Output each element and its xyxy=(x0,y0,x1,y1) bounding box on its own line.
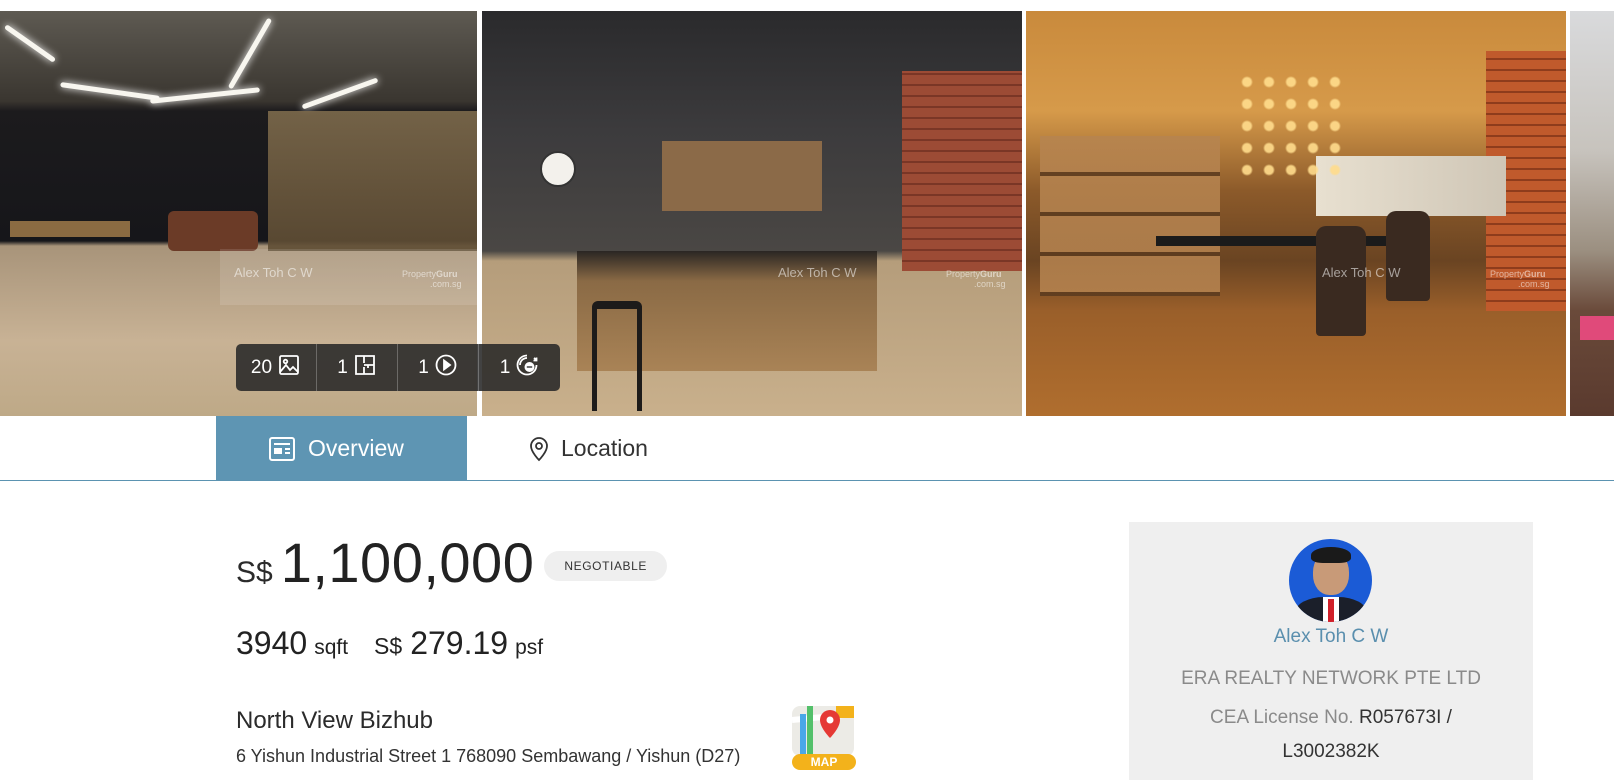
psf-currency: S$ xyxy=(374,633,403,659)
ceiling-light xyxy=(301,77,379,110)
bar-stool xyxy=(592,301,642,411)
watermark-logo: PropertyGuru .com.sg xyxy=(402,269,462,289)
price-currency: S$ xyxy=(236,556,273,589)
watermark-logo: PropertyGuru .com.sg xyxy=(946,269,1006,289)
agent-card: Alex Toh C W ERA REALTY NETWORK PTE LTD … xyxy=(1129,522,1533,780)
360-count: 1 xyxy=(499,356,511,378)
gallery-photo-partial[interactable] xyxy=(1570,11,1614,416)
floorplan-icon xyxy=(353,353,377,383)
wall-clock xyxy=(540,151,576,187)
negotiable-badge: NEGOTIABLE xyxy=(544,551,668,581)
office-chair xyxy=(1386,211,1430,301)
wall-shelf xyxy=(268,111,477,251)
gallery-photo-office[interactable]: Alex Toh C W PropertyGuru .com.sg xyxy=(1026,11,1566,416)
video-count-button[interactable]: 1 xyxy=(398,344,479,391)
psf-value: 279.19 xyxy=(410,625,509,661)
floorplan-count: 1 xyxy=(337,356,348,378)
listing-price: 1,100,000 xyxy=(280,531,535,594)
gallery-photo-kitchen[interactable]: Alex Toh C W PropertyGuru .com.sg xyxy=(482,11,1022,416)
ceiling-light xyxy=(150,87,260,104)
avatar-tie xyxy=(1328,599,1334,622)
watermark-logo: PropertyGuru .com.sg xyxy=(1490,269,1550,289)
360-count-button[interactable]: 1 xyxy=(479,344,560,391)
floorplan-count-button[interactable]: 1 xyxy=(317,344,398,391)
ceiling-light xyxy=(3,24,57,63)
kitchen-cabinet xyxy=(662,141,822,211)
photos-icon xyxy=(277,353,301,383)
office-chair xyxy=(1316,226,1366,336)
license-label: CEA License No. xyxy=(1210,707,1354,728)
psf-unit: psf xyxy=(515,636,544,659)
wall-shelf xyxy=(1040,136,1220,296)
pink-object xyxy=(1580,316,1614,340)
sofa xyxy=(168,211,258,251)
agent-name-link[interactable]: Alex Toh C W xyxy=(1129,626,1533,648)
360-view-icon xyxy=(515,353,539,383)
floor-area-value: 3940 xyxy=(236,625,308,661)
map-button[interactable]: MAP xyxy=(790,700,858,770)
listing-address: 6 Yishun Industrial Street 1 768090 Semb… xyxy=(236,746,741,766)
building-name: North View Bizhub xyxy=(236,707,433,734)
video-count: 1 xyxy=(418,356,429,378)
dining-table xyxy=(10,221,130,237)
avatar-hair xyxy=(1311,547,1351,563)
watermark-agent-name: Alex Toh C W xyxy=(1322,265,1401,280)
agent-company: ERA REALTY NETWORK PTE LTD xyxy=(1181,668,1481,689)
photos-count: 20 xyxy=(250,356,273,378)
listing-tabs: Overview Location xyxy=(0,416,1614,481)
area-row: 3940 sqft S$ 279.19 psf xyxy=(236,625,543,662)
brick-wall xyxy=(902,71,1022,271)
media-counter-bar: 20 1 1 1 xyxy=(236,344,560,391)
ceiling-light xyxy=(227,17,273,90)
price-row: S$ 1,100,000 NEGOTIABLE xyxy=(236,530,668,595)
watermark-agent-name: Alex Toh C W xyxy=(234,265,313,280)
photos-count-button[interactable]: 20 xyxy=(236,344,317,391)
photo-gallery[interactable]: Alex Toh C W PropertyGuru .com.sg Alex To… xyxy=(0,11,1614,416)
tab-location-label: Location xyxy=(561,434,648,461)
tab-overview[interactable]: Overview xyxy=(216,416,467,480)
watermark-agent-name: Alex Toh C W xyxy=(778,265,857,280)
map-label: MAP xyxy=(792,754,856,770)
agent-avatar[interactable] xyxy=(1289,539,1372,622)
tab-overview-label: Overview xyxy=(308,434,404,461)
pendant-lamps xyxy=(1236,71,1346,181)
ceiling-light xyxy=(60,82,160,101)
agent-license: CEA License No. R057673I / L3002382K xyxy=(1169,701,1493,769)
tab-location[interactable]: Location xyxy=(467,416,687,480)
floor-area-unit: sqft xyxy=(314,636,349,659)
video-play-icon xyxy=(434,353,458,383)
